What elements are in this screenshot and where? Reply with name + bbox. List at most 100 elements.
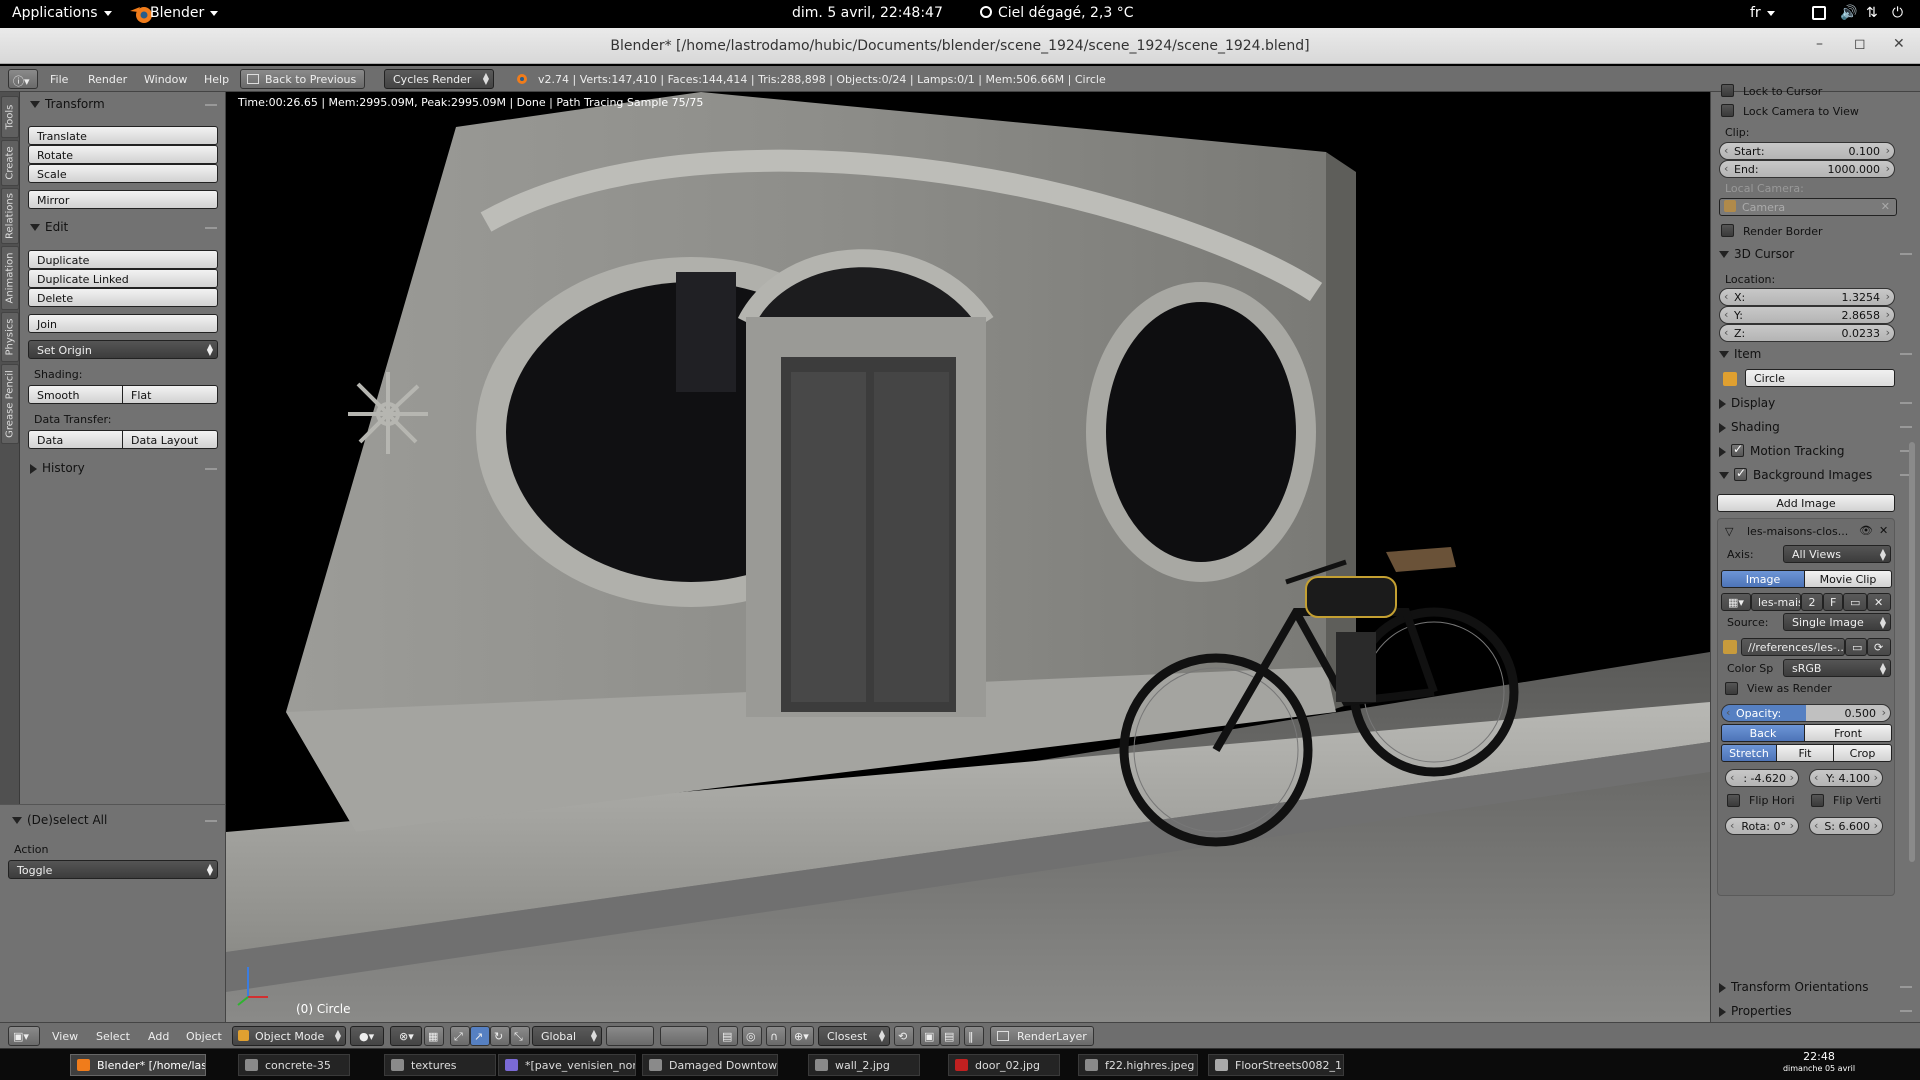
translate-button[interactable]: Translate	[28, 126, 218, 145]
menu-select[interactable]: Select	[96, 1030, 130, 1043]
transform-orientation-select[interactable]: Global ▲ ▼	[532, 1026, 602, 1046]
back-toggle[interactable]: Back	[1721, 724, 1805, 742]
lock-layers-icon[interactable]: ▤	[718, 1026, 738, 1046]
info-editor-icon[interactable]: ⓘ▾	[8, 69, 38, 89]
data-button[interactable]: Data	[28, 430, 123, 449]
movie-clip-tab[interactable]: Movie Clip	[1804, 570, 1892, 588]
cursor-y-field[interactable]: Y:2.8658	[1719, 306, 1895, 324]
size-field[interactable]: S: 6.600	[1809, 817, 1883, 835]
task-door-02[interactable]: door_02.jpg	[948, 1054, 1060, 1076]
offset-y-field[interactable]: Y: 4.100	[1809, 769, 1883, 787]
drag-grip-icon[interactable]	[1900, 1010, 1912, 1012]
image-users-count[interactable]: 2	[1801, 593, 1823, 611]
duplicate-button[interactable]: Duplicate	[28, 250, 218, 269]
task-concrete[interactable]: concrete-35	[238, 1054, 350, 1076]
render-engine-select[interactable]: Cycles Render ▲ ▼	[384, 69, 494, 89]
tab-physics[interactable]: Physics	[1, 312, 19, 362]
network-icon[interactable]: ⇅	[1866, 5, 1878, 21]
lock-camera-checkbox[interactable]	[1721, 104, 1734, 117]
drag-grip-icon[interactable]	[1900, 986, 1912, 988]
translate-manipulator-icon[interactable]: ↗	[470, 1026, 490, 1046]
snap-mode-select[interactable]: Closest ▲ ▼	[818, 1026, 890, 1046]
3d-cursor-header[interactable]: 3D Cursor	[1719, 247, 1794, 261]
duplicate-linked-button[interactable]: Duplicate Linked	[28, 269, 218, 288]
layers-grid-2[interactable]	[660, 1026, 708, 1046]
transform-orientations-header[interactable]: Transform Orientations	[1719, 980, 1869, 994]
fake-user-toggle[interactable]: F	[1823, 593, 1843, 611]
tab-animation[interactable]: Animation	[1, 246, 19, 310]
rotation-field[interactable]: Rota: 0°	[1725, 817, 1799, 835]
rotate-manipulator-icon[interactable]: ↻	[490, 1026, 510, 1046]
tab-create[interactable]: Create	[1, 140, 19, 186]
motion-tracking-header[interactable]: Motion Tracking	[1719, 442, 1844, 458]
magnet-icon[interactable]: ∩	[766, 1026, 786, 1046]
taskbar-clock[interactable]: 22:48 dimanche 05 avril	[1778, 1051, 1860, 1075]
menu-render[interactable]: Render	[88, 73, 127, 86]
flip-horizontal-checkbox[interactable]	[1727, 794, 1740, 807]
lock-cursor-checkbox[interactable]	[1721, 84, 1734, 97]
clock[interactable]: dim. 5 avril, 22:48:47	[792, 5, 943, 21]
deselect-all-header[interactable]: (De)select All	[12, 813, 107, 827]
bg-expand-icon[interactable]: ▽	[1725, 525, 1733, 538]
opengl-render-icon[interactable]: ▣	[920, 1026, 940, 1046]
snap-element-icon[interactable]: ▦	[424, 1026, 444, 1046]
task-textures[interactable]: textures	[384, 1054, 496, 1076]
data-layout-button[interactable]: Data Layout	[122, 430, 218, 449]
drag-grip-icon[interactable]	[205, 227, 217, 229]
render-border-checkbox[interactable]	[1721, 224, 1734, 237]
active-app-menu[interactable]: Blender	[150, 5, 219, 21]
drag-grip-icon[interactable]	[1900, 402, 1912, 404]
flat-button[interactable]: Flat	[122, 385, 218, 404]
image-tab[interactable]: Image	[1721, 570, 1805, 588]
source-select[interactable]: Single Image ▲ ▼	[1783, 613, 1891, 631]
applications-menu[interactable]: Applications	[12, 5, 112, 21]
back-to-previous-button[interactable]: Back to Previous	[240, 69, 366, 89]
set-origin-menu[interactable]: Set Origin ▲ ▼	[28, 340, 218, 359]
background-images-header[interactable]: Background Images	[1719, 466, 1872, 482]
pivot-point-icon[interactable]: ⊗▾	[390, 1026, 422, 1046]
shading-header[interactable]: Shading	[1719, 420, 1780, 434]
menu-window[interactable]: Window	[144, 73, 187, 86]
image-datablock-name[interactable]: les-mais	[1751, 593, 1801, 611]
keyboard-layout-menu[interactable]: fr	[1750, 5, 1775, 21]
render-layer-button[interactable]: RenderLayer	[990, 1026, 1094, 1046]
proportional-edit-icon[interactable]: ◎	[742, 1026, 762, 1046]
edit-panel-header[interactable]: Edit	[30, 220, 68, 234]
filepath-field[interactable]: //references/les-...	[1741, 638, 1845, 656]
remove-bg-icon[interactable]: ✕	[1879, 524, 1888, 537]
mode-select[interactable]: Object Mode ▲ ▼	[232, 1026, 346, 1046]
task-pave-venisien[interactable]: *[pave_venisien_nor...	[498, 1054, 636, 1076]
delete-button[interactable]: Delete	[28, 288, 218, 307]
tab-relations[interactable]: Relations	[1, 188, 19, 244]
color-space-select[interactable]: sRGB ▲ ▼	[1783, 659, 1891, 677]
front-toggle[interactable]: Front	[1804, 724, 1892, 742]
viewport-shading-icon[interactable]: ●▾	[350, 1026, 384, 1046]
action-select[interactable]: Toggle ▲ ▼	[8, 860, 218, 879]
sidebar-scrollbar[interactable]	[1909, 442, 1915, 862]
layers-grid-1[interactable]	[606, 1026, 654, 1046]
clear-icon[interactable]: ✕	[1881, 200, 1890, 213]
axis-select[interactable]: All Views ▲ ▼	[1783, 545, 1891, 563]
weather-indicator[interactable]: Ciel dégagé, 2,3 °C	[980, 5, 1133, 21]
object-name-field[interactable]: Circle	[1745, 369, 1895, 387]
menu-help[interactable]: Help	[204, 73, 229, 86]
tab-grease-pencil[interactable]: Grease Pencil	[1, 364, 19, 444]
eye-icon[interactable]: 👁	[1859, 524, 1873, 537]
menu-add[interactable]: Add	[148, 1030, 169, 1043]
open-image-icon[interactable]: ▭	[1843, 593, 1867, 611]
task-floorstreets[interactable]: FloorStreets0082_1...	[1208, 1054, 1344, 1076]
manipulator-icon[interactable]: ⤢	[450, 1026, 470, 1046]
tab-tools[interactable]: Tools	[1, 96, 19, 138]
window-icon[interactable]	[1812, 6, 1826, 20]
cursor-z-field[interactable]: Z:0.0233	[1719, 324, 1895, 342]
add-image-button[interactable]: Add Image	[1717, 494, 1895, 512]
menu-file[interactable]: File	[50, 73, 68, 86]
clip-start-field[interactable]: Start:0.100	[1719, 142, 1895, 160]
3d-viewport[interactable]: Time:00:26.65 | Mem:2995.09M, Peak:2995.…	[226, 92, 1710, 1022]
history-panel-header[interactable]: History	[30, 461, 85, 475]
menu-object[interactable]: Object	[186, 1030, 222, 1043]
task-damaged-downtown[interactable]: Damaged Downtown	[642, 1054, 778, 1076]
properties-header[interactable]: Properties	[1719, 1004, 1792, 1018]
cursor-x-field[interactable]: X:1.3254	[1719, 288, 1895, 306]
transform-panel-header[interactable]: Transform	[30, 97, 105, 111]
